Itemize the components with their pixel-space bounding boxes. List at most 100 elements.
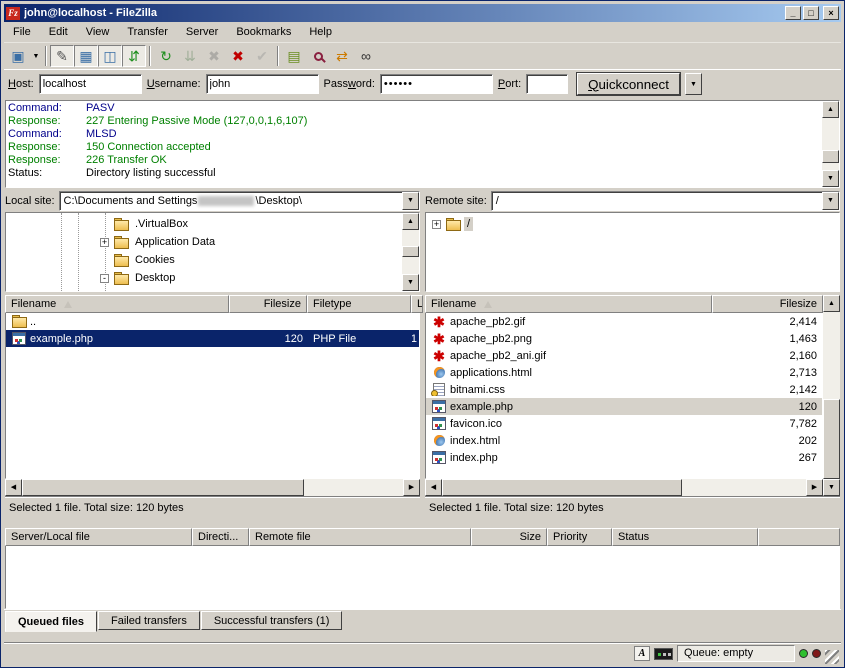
local-hscrollbar[interactable]: ◀ ▶ — [5, 479, 420, 496]
scroll-left-icon[interactable]: ◀ — [5, 479, 22, 496]
filename-text: index.php — [450, 452, 498, 464]
file-row[interactable]: example.php120PHP File1 — [6, 330, 419, 347]
file-row[interactable]: ✱apache_pb2_ani.gif2,160 — [426, 347, 822, 364]
queue-column-serverlocalfile[interactable]: Server/Local file — [5, 528, 192, 546]
filter-button[interactable]: ∞ — [354, 45, 378, 67]
scroll-left-icon[interactable]: ◀ — [425, 479, 442, 496]
port-input[interactable] — [526, 74, 568, 94]
menu-file[interactable]: File — [4, 24, 40, 40]
titlebar[interactable]: Fz john@localhost - FileZilla _ □ × — [4, 4, 841, 22]
menu-help[interactable]: Help — [300, 24, 341, 40]
queue-column-directi[interactable]: Directi... — [192, 528, 249, 546]
message-log: Command:PASVResponse:227 Entering Passiv… — [5, 100, 840, 188]
collapse-icon[interactable]: - — [100, 274, 109, 283]
scroll-down-icon[interactable]: ▼ — [822, 170, 839, 187]
close-button[interactable]: × — [823, 6, 839, 20]
queue-column-status[interactable]: Status — [612, 528, 758, 546]
tree-item[interactable]: +/ — [430, 215, 839, 233]
synchronized-browsing-button[interactable]: ⇄ — [330, 45, 354, 67]
scroll-up-icon[interactable]: ▲ — [402, 213, 419, 230]
toggle-local-tree-button[interactable]: ▦ — [74, 45, 98, 67]
local-site-combo[interactable]: C:\Documents and Settings\Desktop\ ▼ — [59, 191, 420, 211]
local-file-list: ..example.php120PHP File1 — [5, 313, 420, 479]
tree-item[interactable]: Cookies — [6, 251, 402, 269]
file-row[interactable]: ✱apache_pb2.png1,463 — [426, 330, 822, 347]
transfer-queue-body — [5, 546, 840, 609]
queue-column-size[interactable]: Size — [471, 528, 547, 546]
file-row[interactable]: favicon.ico7,782 — [426, 415, 822, 432]
reconnect-button: ✔ — [250, 45, 274, 67]
site-manager-button[interactable]: ▣ — [6, 45, 30, 67]
scroll-down-icon[interactable]: ▼ — [823, 479, 840, 496]
remote-vscrollbar[interactable]: ▲ ▼ — [823, 295, 840, 496]
scroll-right-icon[interactable]: ▶ — [403, 479, 420, 496]
quickconnect-dropdown[interactable]: ▼ — [685, 73, 702, 95]
filename-text: apache_pb2_ani.gif — [450, 350, 546, 362]
column-header-label: Filetype — [313, 298, 352, 310]
log-scrollbar[interactable]: ▲ ▼ — [822, 101, 839, 187]
column-header-filename[interactable]: Filename — [425, 295, 712, 313]
filetype-cell: PHP File — [308, 333, 412, 345]
toggle-remote-tree-button[interactable]: ◫ — [98, 45, 122, 67]
file-row[interactable]: .. — [6, 313, 419, 330]
tab-failed-transfers[interactable]: Failed transfers — [98, 611, 200, 630]
filename-cell: ✱apache_pb2.gif — [426, 315, 713, 328]
chevron-down-icon[interactable]: ▼ — [402, 192, 419, 210]
tree-item[interactable]: +Application Data — [6, 233, 402, 251]
quickconnect-button[interactable]: Quickconnect — [577, 73, 680, 95]
disconnect-button[interactable]: ✖ — [226, 45, 250, 67]
scroll-up-icon[interactable]: ▲ — [822, 101, 839, 118]
toolbar-separator — [149, 46, 151, 66]
host-input[interactable] — [39, 74, 142, 94]
resize-grip[interactable] — [825, 650, 839, 664]
file-row[interactable]: ✱apache_pb2.gif2,414 — [426, 313, 822, 330]
maximize-button[interactable]: □ — [803, 6, 819, 20]
directory-comparison-button[interactable]: ▤ — [282, 45, 306, 67]
toggle-queue-button[interactable]: ⇵ — [122, 45, 146, 67]
file-row[interactable]: bitnami.css2,142 — [426, 381, 822, 398]
file-row[interactable]: applications.html2,713 — [426, 364, 822, 381]
cancel-operation-button: ✖ — [202, 45, 226, 67]
tree-item[interactable]: .VirtualBox — [6, 215, 402, 233]
tab-queued-files[interactable]: Queued files — [5, 611, 97, 632]
remote-hscrollbar[interactable]: ◀ ▶ — [425, 479, 823, 496]
redacted-username — [198, 196, 254, 206]
folder-icon — [113, 218, 129, 231]
scroll-up-icon[interactable]: ▲ — [823, 295, 840, 312]
username-input[interactable] — [206, 74, 319, 94]
file-row[interactable]: index.html202 — [426, 432, 822, 449]
column-header-label: Filename — [431, 298, 476, 310]
tab-successful-transfers-[interactable]: Successful transfers (1) — [201, 611, 343, 630]
minimize-button[interactable]: _ — [785, 6, 801, 20]
scroll-down-icon[interactable]: ▼ — [402, 274, 419, 291]
toggle-log-button[interactable]: ✎ — [50, 45, 74, 67]
file-row[interactable]: example.php120 — [426, 398, 822, 415]
scroll-right-icon[interactable]: ▶ — [806, 479, 823, 496]
password-input[interactable] — [380, 74, 493, 94]
column-header-filetype[interactable]: Filetype — [307, 295, 411, 313]
queue-column-priority[interactable]: Priority — [547, 528, 612, 546]
column-header-filesize[interactable]: Filesize — [229, 295, 307, 313]
column-header-filesize[interactable]: Filesize — [712, 295, 823, 313]
refresh-button[interactable]: ↻ — [154, 45, 178, 67]
filesize-cell: 267 — [713, 452, 822, 464]
menu-view[interactable]: View — [77, 24, 119, 40]
expand-icon[interactable]: + — [100, 238, 109, 247]
queue-column-spacer[interactable] — [758, 528, 840, 546]
tree-item[interactable]: -Desktop — [6, 269, 402, 287]
menu-bookmarks[interactable]: Bookmarks — [227, 24, 300, 40]
find-files-button[interactable] — [306, 45, 330, 67]
remote-site-combo[interactable]: / ▼ — [491, 191, 840, 211]
chevron-down-icon[interactable]: ▼ — [822, 192, 839, 210]
queue-column-remotefile[interactable]: Remote file — [249, 528, 471, 546]
site-manager-dropdown[interactable]: ▼ — [30, 45, 42, 67]
local-tree-scrollbar[interactable]: ▲ ▼ — [402, 213, 419, 291]
expand-icon[interactable]: + — [432, 220, 441, 229]
filename-text: bitnami.css — [450, 384, 505, 396]
file-row[interactable]: index.php 267 — [426, 449, 822, 466]
menu-edit[interactable]: Edit — [40, 24, 77, 40]
folder-icon — [445, 218, 461, 231]
column-header-filename[interactable]: Filename — [5, 295, 229, 313]
menu-server[interactable]: Server — [177, 24, 227, 40]
menu-transfer[interactable]: Transfer — [118, 24, 177, 40]
